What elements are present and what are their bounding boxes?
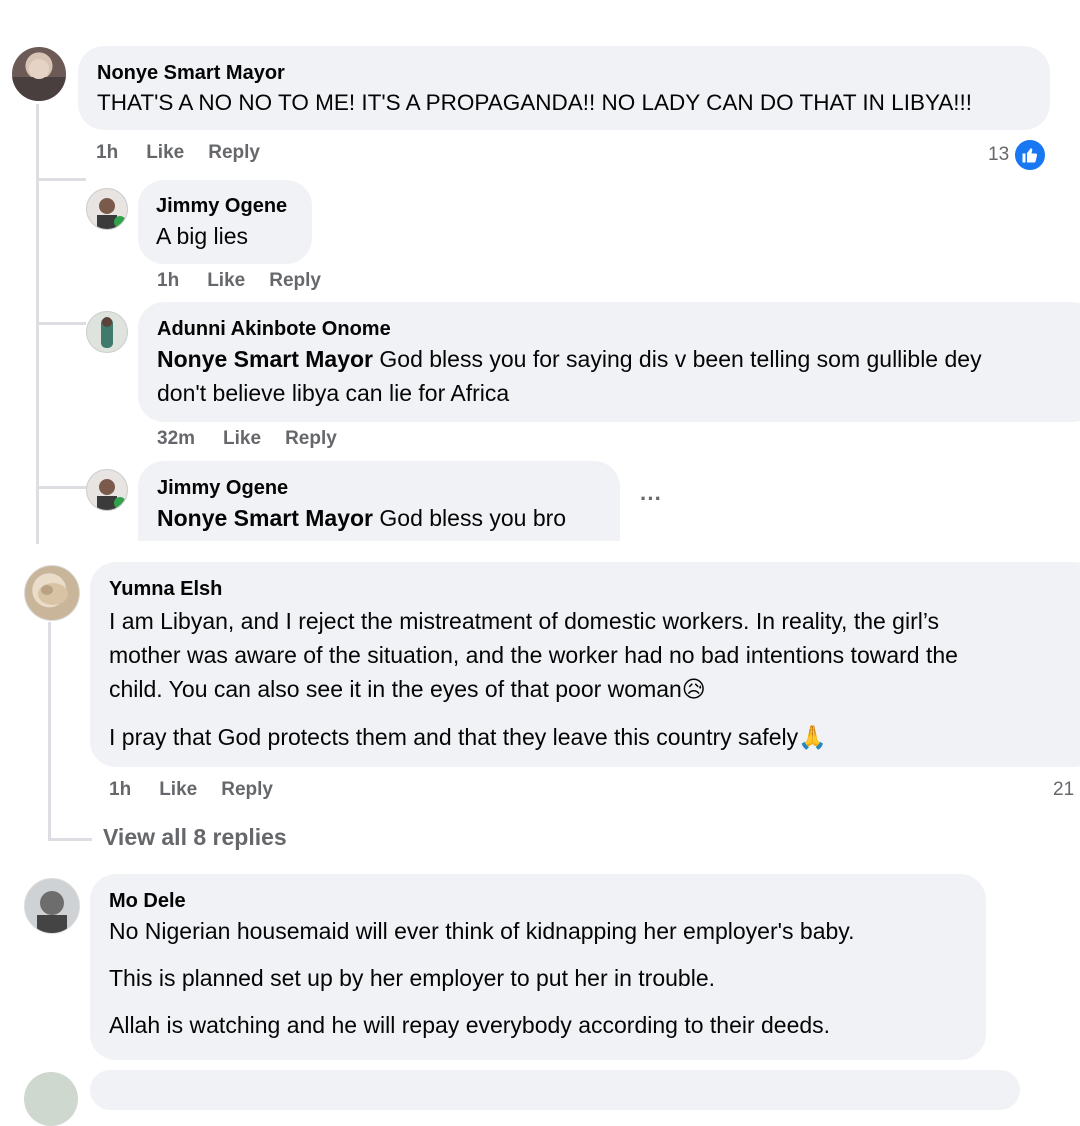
comment-author[interactable]: Mo Dele xyxy=(109,888,986,914)
thread-branch xyxy=(36,178,86,181)
profile-photo-icon xyxy=(12,59,66,101)
profile-photo-icon xyxy=(37,891,67,933)
avatar[interactable] xyxy=(86,188,128,230)
comment-author[interactable]: Nonye Smart Mayor xyxy=(97,60,1050,86)
reply-bubble: Adunni Akinbote Onome Nonye Smart Mayor … xyxy=(138,302,1080,422)
comment-author[interactable]: Yumna Elsh xyxy=(109,576,1080,602)
reply-button[interactable]: Reply xyxy=(269,270,321,292)
comment-time[interactable]: 1h xyxy=(109,779,131,801)
comment-bubble xyxy=(90,1070,1020,1110)
comment-actions: 1h Like Reply xyxy=(109,779,273,801)
reply-text: Nonye Smart Mayor God bless you bro xyxy=(157,505,567,531)
reply-author[interactable]: Jimmy Ogene xyxy=(156,193,312,219)
comment-text: This is planned set up by her employer t… xyxy=(109,965,716,991)
like-button[interactable]: Like xyxy=(159,779,197,801)
avatar[interactable] xyxy=(24,878,80,934)
reply-author[interactable]: Adunni Akinbote Onome xyxy=(157,316,1080,342)
reply-bubble: Jimmy Ogene A big lies xyxy=(138,180,312,264)
reply-button[interactable]: Reply xyxy=(208,142,260,164)
avatar[interactable] xyxy=(86,469,128,511)
reply-time[interactable]: 1h xyxy=(157,270,179,292)
like-button[interactable]: Like xyxy=(223,428,261,450)
thread-line xyxy=(48,622,51,840)
avatar[interactable] xyxy=(12,47,66,101)
comment-text: mother was aware of the situation, and t… xyxy=(109,642,958,668)
comment-text: No Nigerian housemaid will ever think of… xyxy=(109,918,855,944)
thread-branch xyxy=(48,838,92,841)
reply-text: don't believe libya can lie for Africa xyxy=(157,380,510,406)
comment-bubble: Mo Dele No Nigerian housemaid will ever … xyxy=(90,874,986,1060)
comment-text: THAT'S A NO NO TO ME! IT'S A PROPAGANDA!… xyxy=(97,90,973,115)
profile-photo-icon xyxy=(97,479,126,510)
comment-text: child. You can also see it in the eyes o… xyxy=(109,676,706,702)
like-button[interactable]: Like xyxy=(146,142,184,164)
reply-bubble: Jimmy Ogene Nonye Smart Mayor God bless … xyxy=(138,461,620,541)
avatar[interactable] xyxy=(86,311,128,353)
avatar[interactable] xyxy=(24,565,80,621)
thumbs-up-icon xyxy=(1013,138,1048,172)
reply-actions: 1h Like Reply xyxy=(157,270,321,292)
comment-bubble: Nonye Smart Mayor THAT'S A NO NO TO ME! … xyxy=(78,46,1050,130)
thread-branch xyxy=(36,322,86,325)
more-options-button[interactable]: ··· xyxy=(640,486,662,512)
profile-photo-icon xyxy=(97,198,126,229)
reply-actions: 32m Like Reply xyxy=(157,428,337,450)
comment-time[interactable]: 1h xyxy=(96,142,118,164)
reply-button[interactable]: Reply xyxy=(285,428,337,450)
reply-text: A big lies xyxy=(156,223,249,249)
avatar[interactable] xyxy=(24,1072,78,1126)
view-replies-link[interactable]: View all 8 replies xyxy=(103,824,287,851)
comment-actions: 1h Like Reply xyxy=(96,142,260,164)
like-button[interactable]: Like xyxy=(207,270,245,292)
reply-author[interactable]: Jimmy Ogene xyxy=(157,475,620,501)
comment-text: I pray that God protects them and that t… xyxy=(109,724,827,750)
reply-time[interactable]: 32m xyxy=(157,428,195,450)
comment-text: I am Libyan, and I reject the mistreatme… xyxy=(109,608,940,634)
comment-bubble: Yumna Elsh I am Libyan, and I reject the… xyxy=(90,562,1080,767)
reaction-count[interactable]: 13 xyxy=(988,138,1048,172)
profile-photo-icon xyxy=(101,317,113,348)
reaction-count[interactable]: 21 xyxy=(1053,779,1074,801)
reply-button[interactable]: Reply xyxy=(221,779,273,801)
profile-photo-icon xyxy=(38,583,68,605)
comment-text: Allah is watching and he will repay ever… xyxy=(109,1012,831,1038)
reply-text: Nonye Smart Mayor God bless you for sayi… xyxy=(157,346,982,372)
mention-link[interactable]: Nonye Smart Mayor xyxy=(157,505,373,531)
thread-branch xyxy=(36,486,86,489)
mention-link[interactable]: Nonye Smart Mayor xyxy=(157,346,373,372)
